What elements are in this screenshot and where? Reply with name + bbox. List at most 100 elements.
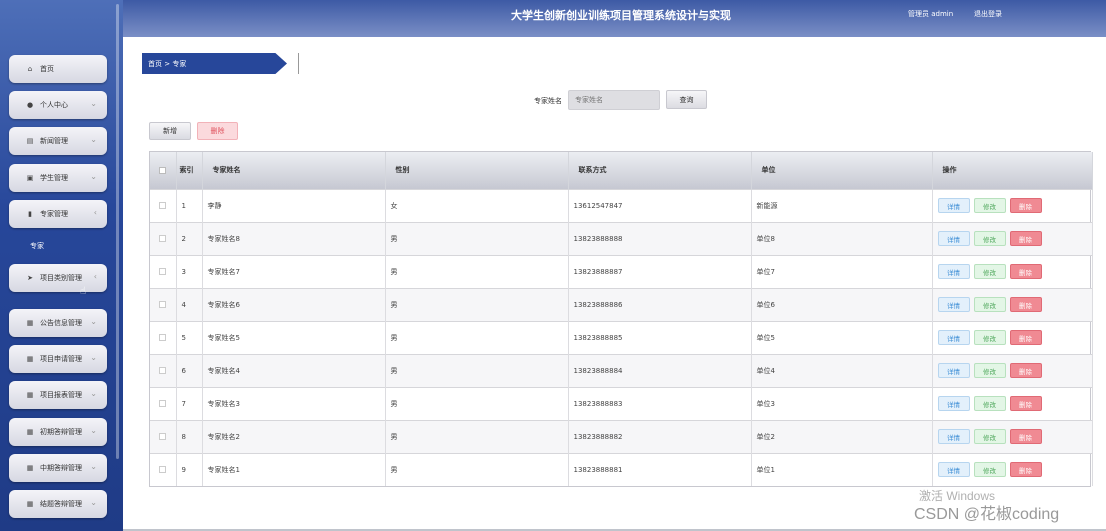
row-index: 9 — [176, 453, 203, 486]
detail-button[interactable]: 详情 — [937, 429, 970, 444]
delete-button[interactable]: 删除 — [1009, 363, 1042, 378]
sidebar-item-12[interactable]: ▦ 结题答辩管理 ⌄ — [9, 490, 107, 518]
grid-icon: ▦ — [26, 391, 34, 399]
news-icon: ▤ — [26, 137, 34, 145]
sidebar-item-4[interactable]: ▣ 学生管理 ⌄ — [9, 164, 107, 192]
column-header-unit: 单位 — [751, 152, 933, 189]
delete-button[interactable]: 删除 — [1009, 297, 1042, 312]
sidebar-item-8[interactable]: ▦ 项目申请管理 ⌄ — [9, 345, 107, 373]
row-checkbox[interactable] — [150, 222, 177, 255]
chevron-down-icon: ⌄ — [90, 317, 97, 326]
expert-unit: 单位5 — [751, 321, 933, 354]
detail-button[interactable]: 详情 — [937, 396, 970, 411]
row-index: 8 — [176, 420, 203, 453]
expert-unit: 单位6 — [751, 288, 933, 321]
detail-button[interactable]: 详情 — [937, 462, 970, 478]
edit-button[interactable]: 修改 — [973, 462, 1006, 478]
add-button[interactable]: 新增 — [149, 122, 191, 140]
detail-button[interactable]: 详情 — [937, 297, 970, 312]
chevron-down-icon: ⌄ — [90, 172, 97, 181]
app-title: 大学生创新创业训练项目管理系统设计与实现 — [511, 9, 731, 22]
edit-button[interactable]: 修改 — [973, 198, 1006, 213]
sidebar-item-label: 结题答辩管理 — [40, 500, 82, 508]
column-header-gender: 性别 — [385, 152, 569, 189]
row-actions: 详情 修改 删除 — [932, 321, 1093, 354]
sidebar-item-5[interactable]: ▮ 专家管理 ‹ — [9, 200, 107, 228]
expert-unit: 单位7 — [751, 255, 933, 288]
chevron-down-icon: ⌄ — [90, 135, 97, 144]
expert-phone: 13823888882 — [568, 420, 752, 453]
sidebar-item-11[interactable]: ▦ 中期答辩管理 ⌄ — [9, 454, 107, 482]
table-row: 9 专家姓名1 男 13823888881 单位1 详情 修改 删除 — [150, 453, 1093, 486]
expert-name: 专家姓名8 — [202, 222, 386, 255]
grid-icon: ▦ — [26, 355, 34, 363]
sidebar-item-label: 项目类别管理 — [40, 274, 82, 282]
delete-button[interactable]: 删除 — [1009, 462, 1042, 478]
sidebar-scrollbar[interactable] — [116, 4, 119, 459]
detail-button[interactable]: 详情 — [937, 363, 970, 378]
expert-name: 专家姓名7 — [202, 255, 386, 288]
table-row: 5 专家姓名5 男 13823888885 单位5 详情 修改 删除 — [150, 321, 1093, 354]
detail-button[interactable]: 详情 — [937, 198, 970, 213]
batch-delete-button[interactable]: 删除 — [197, 122, 238, 140]
logout-link[interactable]: 退出登录 — [974, 9, 1002, 19]
row-checkbox[interactable] — [150, 255, 177, 288]
delete-button[interactable]: 删除 — [1009, 396, 1042, 411]
edit-button[interactable]: 修改 — [973, 429, 1006, 444]
edit-button[interactable]: 修改 — [973, 330, 1006, 345]
user-icon: ● — [26, 101, 34, 109]
row-checkbox[interactable] — [150, 288, 177, 321]
delete-button[interactable]: 删除 — [1009, 429, 1042, 444]
row-checkbox[interactable] — [150, 387, 177, 420]
expert-gender: 男 — [385, 420, 569, 453]
chevron-down-icon: ⌄ — [90, 426, 97, 435]
row-checkbox[interactable] — [150, 354, 177, 387]
delete-button[interactable]: 删除 — [1009, 330, 1042, 345]
edit-button[interactable]: 修改 — [973, 297, 1006, 312]
sidebar-item-label: 公告信息管理 — [40, 319, 82, 327]
detail-button[interactable]: 详情 — [937, 330, 970, 345]
expert-phone: 13823888885 — [568, 321, 752, 354]
edit-button[interactable]: 修改 — [973, 264, 1006, 279]
sidebar-item-7[interactable]: ▦ 公告信息管理 ⌄ — [9, 309, 107, 337]
detail-button[interactable]: 详情 — [937, 264, 970, 279]
row-actions: 详情 修改 删除 — [932, 387, 1093, 420]
row-actions: 详情 修改 删除 — [932, 288, 1093, 321]
sidebar-subitem-expert[interactable]: 专家 — [30, 241, 44, 251]
expert-phone: 13612547847 — [568, 189, 752, 222]
sidebar-item-label: 新闻管理 — [40, 137, 68, 145]
delete-button[interactable]: 删除 — [1009, 198, 1042, 213]
row-checkbox[interactable] — [150, 189, 177, 222]
table-row: 7 专家姓名3 男 13823888883 单位3 详情 修改 删除 — [150, 387, 1093, 420]
expert-name: 专家姓名6 — [202, 288, 386, 321]
select-all-checkbox[interactable] — [150, 152, 177, 189]
sidebar-item-10[interactable]: ▦ 初期答辩管理 ⌄ — [9, 418, 107, 446]
search-input[interactable] — [568, 90, 660, 110]
edit-button[interactable]: 修改 — [973, 396, 1006, 411]
expert-name: 专家姓名1 — [202, 453, 386, 486]
table-row: 3 专家姓名7 男 13823888887 单位7 详情 修改 删除 — [150, 255, 1093, 288]
row-actions: 详情 修改 删除 — [932, 189, 1093, 222]
expert-gender: 男 — [385, 255, 569, 288]
row-checkbox[interactable] — [150, 420, 177, 453]
delete-button[interactable]: 删除 — [1009, 264, 1042, 279]
expert-phone: 13823888884 — [568, 354, 752, 387]
expert-phone: 13823888883 — [568, 387, 752, 420]
sidebar-item-1[interactable]: ⌂ 首页 — [9, 55, 107, 83]
expert-gender: 男 — [385, 222, 569, 255]
delete-button[interactable]: 删除 — [1009, 231, 1042, 246]
sidebar-item-6[interactable]: ➤ 项目类别管理 ‹ — [9, 264, 107, 292]
sidebar-item-9[interactable]: ▦ 项目报表管理 ⌄ — [9, 381, 107, 409]
search-button[interactable]: 查询 — [666, 90, 707, 109]
detail-button[interactable]: 详情 — [937, 231, 970, 246]
row-checkbox[interactable] — [150, 453, 177, 486]
expert-unit: 单位1 — [751, 453, 933, 486]
row-checkbox[interactable] — [150, 321, 177, 354]
sidebar-item-3[interactable]: ▤ 新闻管理 ⌄ — [9, 127, 107, 155]
table-row: 4 专家姓名6 男 13823888886 单位6 详情 修改 删除 — [150, 288, 1093, 321]
breadcrumb-text: 首页 > 专家 — [142, 53, 287, 74]
edit-button[interactable]: 修改 — [973, 363, 1006, 378]
edit-button[interactable]: 修改 — [973, 231, 1006, 246]
sidebar-item-2[interactable]: ● 个人中心 ⌄ — [9, 91, 107, 119]
mouse-cursor-icon: ☝ — [80, 286, 87, 297]
